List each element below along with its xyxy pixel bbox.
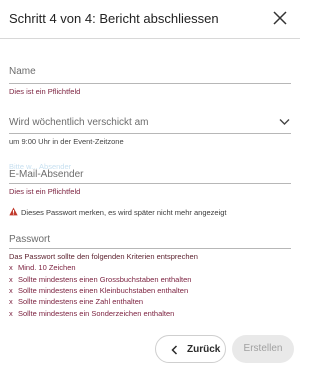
create-button-label: Erstellen bbox=[243, 343, 283, 354]
email-sender-underline bbox=[9, 183, 291, 184]
criterion-text: Sollte mindestens einen Grossbuchstaben … bbox=[18, 275, 192, 284]
create-button[interactable]: Erstellen bbox=[232, 335, 294, 363]
name-error: Dies ist ein Pflichtfeld bbox=[9, 87, 81, 96]
criterion-text: Sollte mindestens ein Sonderzeichen enth… bbox=[18, 309, 175, 318]
criterion-fail-mark: x bbox=[9, 263, 13, 272]
email-sender-field[interactable]: E-Mail-Absender bbox=[9, 169, 83, 180]
criterion-fail-mark: x bbox=[9, 297, 13, 306]
chevron-left-icon bbox=[171, 345, 178, 355]
dialog-header: Schritt 4 von 4: Bericht abschliessen bbox=[0, 0, 300, 39]
dialog-title: Schritt 4 von 4: Bericht abschliessen bbox=[9, 11, 219, 26]
email-sender-error: Dies ist ein Pflichtfeld bbox=[9, 187, 81, 196]
back-button-label: Zurück bbox=[187, 344, 221, 355]
warning-icon bbox=[9, 207, 18, 216]
close-icon[interactable] bbox=[271, 9, 289, 27]
name-field[interactable]: Name bbox=[9, 66, 36, 77]
name-field-underline bbox=[9, 83, 291, 84]
back-button[interactable]: Zurück bbox=[155, 335, 226, 363]
criterion-text: Sollte mindestens einen Kleinbuchstaben … bbox=[18, 286, 189, 295]
criterion-text: Mind. 10 Zeichen bbox=[18, 263, 76, 272]
schedule-hint: um 9:00 Uhr in der Event-Zeitzone bbox=[9, 137, 124, 146]
schedule-select-underline bbox=[9, 133, 291, 134]
password-field[interactable]: Passwort bbox=[9, 234, 50, 245]
chevron-down-icon[interactable] bbox=[279, 118, 290, 126]
schedule-select[interactable]: Wird wöchentlich verschickt am bbox=[9, 117, 148, 128]
password-warning-text: Dieses Passwort merken, es wird später n… bbox=[21, 208, 227, 217]
password-criteria-heading: Das Passwort sollte den folgenden Kriter… bbox=[9, 252, 198, 261]
criterion-fail-mark: x bbox=[9, 286, 13, 295]
criterion-text: Sollte mindestens eine Zahl enthalten bbox=[18, 297, 144, 306]
criterion-fail-mark: x bbox=[9, 275, 13, 284]
criterion-fail-mark: x bbox=[9, 309, 13, 318]
password-underline bbox=[9, 248, 291, 249]
